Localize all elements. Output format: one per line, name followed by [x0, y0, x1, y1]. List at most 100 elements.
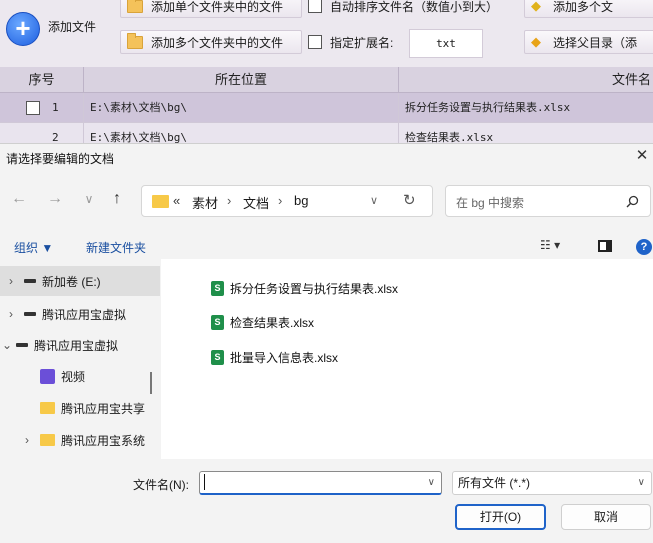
file-name: 拆分任务设置与执行结果表.xlsx — [230, 281, 399, 296]
nav-item-label: 腾讯应用宝虚拟 — [34, 338, 119, 353]
file-item[interactable]: S 拆分任务设置与执行结果表.xlsx — [211, 278, 398, 298]
folder-icon — [127, 0, 143, 13]
filename-input[interactable]: ∨ — [199, 471, 442, 495]
nav-item-shared-folder[interactable]: 腾讯应用宝共享 — [0, 393, 160, 423]
cancel-button[interactable]: 取消 — [561, 504, 651, 530]
drive-icon — [16, 343, 28, 347]
add-multi-folder-button[interactable]: 添加多个文件夹中的文件 — [120, 30, 302, 54]
gem-icon: ◆ — [531, 0, 541, 13]
folder-icon — [40, 434, 55, 446]
folder-icon — [127, 32, 143, 49]
forward-arrow-icon[interactable]: → — [44, 188, 66, 210]
ext-checkbox[interactable]: 指定扩展名: — [308, 30, 393, 54]
chevron-right-icon[interactable]: › — [16, 433, 38, 447]
open-button[interactable]: 打开(O) — [455, 504, 546, 530]
chevron-right-icon[interactable]: › — [0, 274, 22, 288]
navigation-pane: › 新加卷 (E:) › 腾讯应用宝虚拟 ⌄ 腾讯应用宝虚拟 视频 腾讯应用宝共… — [0, 259, 160, 459]
column-header-index[interactable]: 序号 — [0, 67, 84, 93]
table-header: 序号 所在位置 文件名 — [0, 67, 653, 93]
breadcrumb-prefix[interactable]: « — [173, 193, 180, 208]
text-cursor — [204, 474, 205, 490]
column-header-filename[interactable]: 文件名 — [399, 67, 653, 93]
add-file-icon[interactable]: + — [6, 12, 40, 46]
nav-item-virtual-drive-expanded[interactable]: ⌄ 腾讯应用宝虚拟 — [0, 330, 160, 360]
dialog-title: 请选择要编辑的文档 — [6, 152, 115, 166]
breadcrumb-item[interactable]: bg — [294, 193, 308, 208]
select-parent-label: 选择父目录（添 — [553, 35, 638, 50]
nav-item-system-folder[interactable]: › 腾讯应用宝系统 — [0, 425, 160, 455]
chevron-down-icon: ∨ — [637, 477, 645, 488]
nav-item-drive-e[interactable]: › 新加卷 (E:) — [0, 266, 160, 296]
chevron-down-icon[interactable]: ∨ — [370, 194, 378, 207]
nav-item-virtual-drive[interactable]: › 腾讯应用宝虚拟 — [0, 299, 160, 329]
help-icon[interactable]: ? — [636, 239, 652, 255]
pane-splitter[interactable] — [150, 372, 152, 394]
row-location: E:\素材\文档\bg\ — [84, 93, 399, 123]
row-index-value: 1 — [52, 101, 59, 114]
file-name: 批量导入信息表.xlsx — [230, 350, 339, 365]
add-file-button[interactable]: 添加文件 — [48, 18, 96, 35]
new-folder-button[interactable]: 新建文件夹 — [86, 239, 146, 256]
ext-label: 指定扩展名: — [330, 35, 394, 50]
refresh-icon[interactable]: ↻ — [403, 191, 416, 209]
file-name: 检查结果表.xlsx — [230, 315, 315, 330]
select-parent-button[interactable]: ◆ 选择父目录（添 — [524, 30, 653, 54]
nav-item-label: 腾讯应用宝虚拟 — [42, 307, 127, 322]
up-arrow-icon[interactable]: ↑ — [106, 188, 128, 210]
nav-item-label: 新加卷 (E:) — [42, 274, 101, 289]
folder-icon — [152, 195, 169, 208]
spreadsheet-icon: S — [211, 314, 224, 330]
nav-item-label: 腾讯应用宝系统 — [61, 433, 146, 448]
nav-item-label: 腾讯应用宝共享 — [61, 401, 146, 416]
search-icon[interactable] — [626, 195, 639, 208]
breadcrumb-separator: › — [278, 193, 283, 208]
filetype-value: 所有文件 (*.*) — [458, 476, 531, 490]
video-icon — [40, 368, 55, 384]
address-bar[interactable]: « 素材 › 文档 › bg ∨ ↻ — [141, 185, 433, 217]
drive-icon — [24, 312, 36, 316]
row-filename: 拆分任务设置与执行结果表.xlsx — [405, 101, 571, 114]
chevron-right-icon[interactable]: › — [0, 307, 22, 321]
filetype-select[interactable]: 所有文件 (*.*) ∨ — [452, 471, 652, 495]
background-app: + 添加文件 添加单个文件夹中的文件 自动排序文件名（数值小到大） ◆ 添加多个… — [0, 0, 653, 153]
checkbox-icon — [308, 0, 322, 13]
search-box[interactable]: 在 bg 中搜索 — [445, 185, 651, 217]
folder-icon — [40, 402, 55, 414]
nav-item-videos[interactable]: 视频 — [0, 361, 160, 391]
drive-icon — [24, 279, 36, 283]
column-header-location[interactable]: 所在位置 — [84, 67, 399, 93]
spreadsheet-icon: S — [211, 349, 224, 365]
add-multi-files-button[interactable]: ◆ 添加多个文 — [524, 0, 653, 18]
recent-locations-icon[interactable]: ∨ — [78, 188, 100, 210]
back-arrow-icon[interactable]: ← — [8, 188, 30, 210]
row-checkbox[interactable] — [26, 101, 40, 115]
dialog-footer: 文件名(N): ∨ 所有文件 (*.*) ∨ 打开(O) 取消 — [0, 459, 653, 543]
add-single-folder-label: 添加单个文件夹中的文件 — [151, 0, 284, 14]
organize-menu[interactable]: 组织 ▼ — [14, 239, 53, 256]
breadcrumb-item[interactable]: 文档 — [243, 193, 269, 212]
file-item[interactable]: S 检查结果表.xlsx — [211, 312, 314, 332]
breadcrumb-separator: › — [227, 193, 232, 208]
table-row[interactable]: 1 E:\素材\文档\bg\ 拆分任务设置与执行结果表.xlsx — [0, 93, 653, 123]
add-multi-folder-label: 添加多个文件夹中的文件 — [151, 35, 284, 50]
chevron-down-icon[interactable]: ∨ — [428, 472, 435, 494]
auto-sort-checkbox[interactable]: 自动排序文件名（数值小到大） — [308, 0, 498, 18]
filename-label: 文件名(N): — [133, 478, 189, 492]
add-multi-files-label: 添加多个文 — [553, 0, 614, 14]
add-single-folder-button[interactable]: 添加单个文件夹中的文件 — [120, 0, 302, 18]
view-options-icon[interactable]: ☷ ▾ — [540, 238, 560, 252]
row-index: 1 — [0, 93, 84, 123]
file-open-dialog: 请选择要编辑的文档 ✕ ← → ∨ ↑ « 素材 › 文档 › bg ∨ ↻ 在… — [0, 143, 653, 543]
ext-input[interactable]: txt — [409, 29, 483, 58]
close-icon[interactable]: ✕ — [633, 147, 651, 165]
command-bar: 组织 ▼ 新建文件夹 ☷ ▾ ? — [0, 237, 653, 259]
file-item[interactable]: S 批量导入信息表.xlsx — [211, 347, 338, 367]
auto-sort-label: 自动排序文件名（数值小到大） — [330, 0, 499, 14]
gem-icon: ◆ — [531, 34, 541, 49]
spreadsheet-icon: S — [211, 280, 224, 296]
breadcrumb-item[interactable]: 素材 — [192, 193, 218, 212]
nav-item-label: 视频 — [61, 369, 86, 384]
chevron-down-icon[interactable]: ⌄ — [0, 338, 14, 352]
preview-pane-icon[interactable] — [598, 240, 612, 252]
search-input[interactable]: 在 bg 中搜索 — [456, 194, 524, 211]
